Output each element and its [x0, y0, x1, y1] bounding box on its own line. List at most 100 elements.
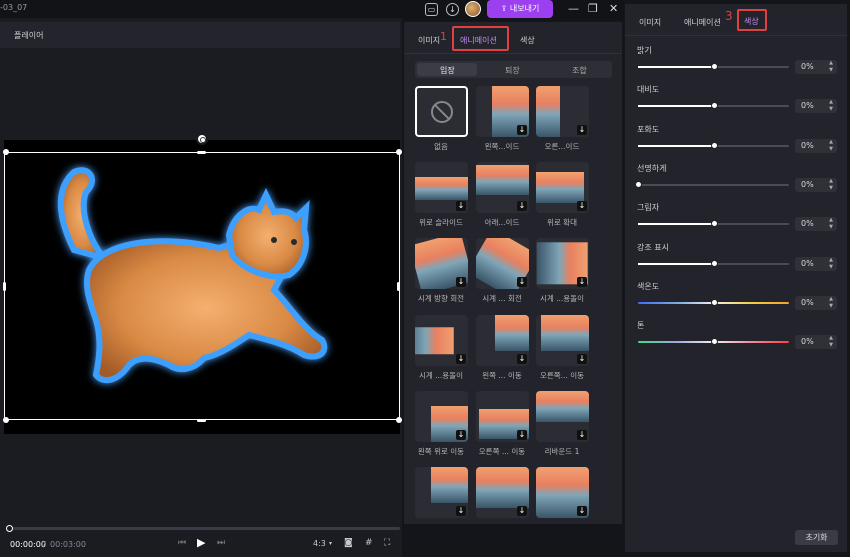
slider-value-input[interactable]: 0% ▲ ▼ — [795, 335, 837, 350]
slider-track[interactable] — [638, 220, 789, 228]
slider-knob[interactable] — [710, 63, 718, 70]
animation-item[interactable]: ↓ — [536, 238, 589, 289]
restore-icon[interactable]: ❐ — [588, 2, 598, 15]
aspect-chevron-icon[interactable]: ▾ — [329, 540, 332, 547]
prev-frame-icon[interactable]: ⏮ — [178, 538, 186, 548]
download-icon[interactable]: ↓ — [517, 430, 527, 440]
aspect-ratio-select[interactable]: 4:3 — [313, 539, 326, 548]
slider-knob[interactable] — [710, 102, 718, 110]
grid-icon[interactable]: # — [365, 538, 373, 548]
animation-item[interactable]: ↓ — [415, 391, 468, 442]
selection-box[interactable] — [4, 152, 400, 420]
download-icon[interactable]: ↓ — [456, 430, 466, 440]
slider-track[interactable] — [638, 259, 789, 267]
download-icon[interactable]: ↓ — [577, 506, 587, 516]
download-icon[interactable]: ↓ — [517, 354, 527, 364]
resize-handle-right[interactable] — [397, 282, 400, 291]
slider-track[interactable] — [638, 63, 789, 70]
slider-value-input[interactable]: 0% ▲ ▼ — [795, 295, 837, 310]
fullscreen-icon[interactable]: ⛶ — [384, 538, 390, 548]
preview-canvas[interactable] — [4, 140, 400, 434]
stepper-arrows-icon[interactable]: ▲ ▼ — [829, 60, 833, 74]
stepper-arrows-icon[interactable]: ▲ ▼ — [829, 257, 833, 271]
right-tab-animation[interactable]: 애니메이션 — [684, 17, 721, 28]
right-tab-image[interactable]: 이미지 — [639, 17, 661, 28]
playhead-knob[interactable] — [6, 525, 13, 532]
animation-item[interactable]: ↓ — [536, 162, 589, 213]
download-icon[interactable]: ↓ — [456, 354, 466, 364]
animation-item[interactable]: ↓ — [415, 238, 468, 289]
close-icon[interactable]: ✕ — [609, 2, 618, 15]
slider-track[interactable] — [635, 180, 789, 188]
slider-track[interactable] — [638, 102, 789, 110]
animation-item[interactable]: ↓ — [415, 315, 468, 366]
download-icon[interactable]: ↓ — [577, 125, 587, 135]
animation-item[interactable]: ↓ — [415, 467, 468, 518]
animation-item[interactable]: ↓ — [476, 315, 529, 366]
animation-item[interactable]: ↓ — [476, 391, 529, 442]
resize-handle-left[interactable] — [3, 282, 6, 291]
slider-knob[interactable] — [635, 180, 642, 188]
slider-value-input[interactable]: 0% ▲ ▼ — [795, 177, 837, 192]
feedback-icon[interactable]: ▭ — [425, 3, 438, 16]
animation-item[interactable]: ↓ — [536, 86, 589, 137]
slider-track[interactable] — [638, 141, 789, 149]
download-icon[interactable]: ↓ — [577, 354, 587, 364]
download-icon[interactable]: ↓ — [577, 277, 587, 287]
download-icon[interactable]: ↓ — [456, 201, 466, 211]
download-icon[interactable]: ↓ — [517, 506, 527, 516]
stepper-arrows-icon[interactable]: ▲ ▼ — [829, 296, 833, 310]
slider-track[interactable] — [638, 298, 789, 306]
slider-knob[interactable] — [710, 338, 718, 346]
play-icon[interactable]: ▶ — [197, 536, 205, 549]
animation-item[interactable]: ↓ — [476, 162, 529, 213]
animation-item[interactable]: ↓ — [536, 315, 589, 366]
animation-none-item[interactable] — [415, 86, 468, 137]
slider-knob[interactable] — [710, 141, 718, 149]
slider-track[interactable] — [638, 338, 789, 346]
reset-button[interactable]: 초기화 — [795, 530, 838, 545]
animation-item[interactable]: ↓ — [415, 162, 468, 213]
stepper-arrows-icon[interactable]: ▲ ▼ — [829, 335, 833, 349]
stepper-arrows-icon[interactable]: ▲ ▼ — [829, 217, 833, 231]
animation-item[interactable]: ↓ — [476, 86, 529, 137]
download-icon[interactable]: ↓ — [577, 430, 587, 440]
download-icon[interactable]: ↓ — [517, 201, 527, 211]
timeline-track[interactable] — [8, 527, 400, 530]
resize-handle-br[interactable] — [396, 417, 402, 423]
resize-handle-top[interactable] — [197, 151, 206, 154]
export-button[interactable]: ⇪ 내보내기 — [487, 0, 553, 18]
download-icon[interactable]: ↓ — [456, 506, 466, 516]
animation-item[interactable]: ↓ — [536, 391, 589, 442]
slider-value-input[interactable]: 0% ▲ ▼ — [795, 138, 837, 153]
tab-animation[interactable]: 애니메이션 — [452, 26, 509, 51]
resize-handle-tr[interactable] — [396, 149, 402, 155]
tab-image[interactable]: 이미지 — [418, 35, 440, 46]
download-icon[interactable]: ↓ — [577, 201, 587, 211]
stepper-arrows-icon[interactable]: ▲ ▼ — [829, 139, 833, 153]
segment-entry[interactable]: 입장 — [440, 65, 455, 76]
download-icon[interactable]: ↓ — [517, 125, 527, 135]
segment-combo[interactable]: 조합 — [572, 65, 587, 76]
stepper-arrows-icon[interactable]: ▲ ▼ — [829, 99, 833, 113]
download-icon[interactable]: ↓ — [517, 277, 527, 287]
stepper-arrows-icon[interactable]: ▲ ▼ — [829, 178, 833, 192]
slider-value-input[interactable]: 0% ▲ ▼ — [795, 217, 837, 232]
resize-handle-bl[interactable] — [3, 417, 9, 423]
animation-item[interactable]: ↓ — [536, 467, 589, 518]
next-frame-icon[interactable]: ⏭ — [217, 538, 225, 548]
slider-knob[interactable] — [710, 220, 718, 228]
resize-handle-tl[interactable] — [3, 149, 9, 155]
animation-item[interactable]: ↓ — [476, 467, 529, 518]
animation-item[interactable]: ↓ — [476, 238, 529, 289]
rotate-handle[interactable] — [196, 133, 208, 145]
slider-knob[interactable] — [710, 298, 718, 306]
slider-value-input[interactable]: 0% ▲ ▼ — [795, 256, 837, 271]
slider-value-input[interactable]: 0% ▲ ▼ — [795, 60, 837, 74]
minimize-icon[interactable]: — — [568, 2, 579, 15]
download-icon[interactable]: ↓ — [446, 3, 459, 16]
right-tab-color[interactable]: 색상 — [737, 9, 767, 31]
resize-handle-bottom[interactable] — [197, 419, 206, 422]
segment-exit[interactable]: 퇴장 — [505, 65, 520, 76]
slider-value-input[interactable]: 0% ▲ ▼ — [795, 99, 837, 114]
